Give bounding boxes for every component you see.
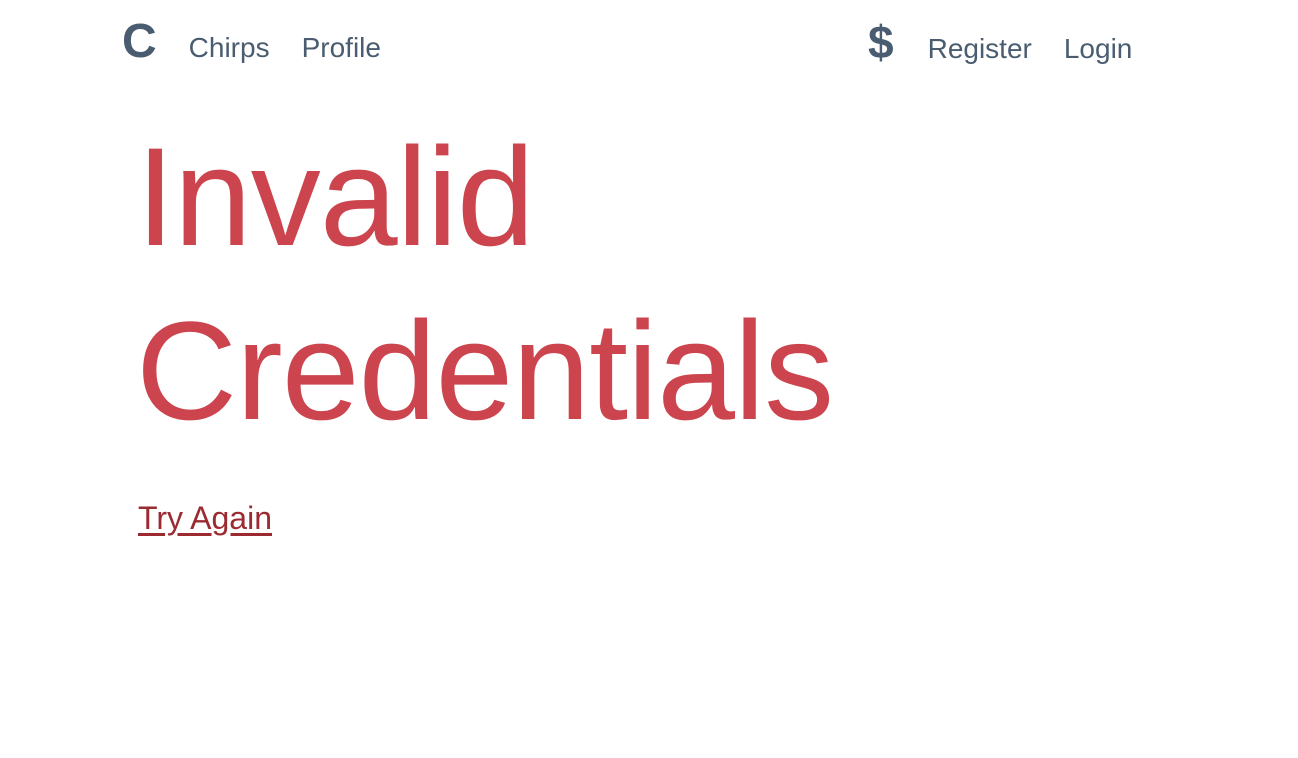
error-heading-line2: Credentials — [136, 292, 834, 449]
main-content: Invalid Credentials Try Again — [136, 110, 1136, 537]
nav-left-group: C Chirps Profile — [122, 14, 381, 76]
nav-link-register[interactable]: Register — [928, 21, 1032, 77]
top-navbar: C Chirps Profile $ Register Login — [0, 0, 1298, 100]
nav-link-login[interactable]: Login — [1064, 21, 1133, 77]
brand-logo-link[interactable]: C — [122, 14, 157, 70]
nav-right-group: $ Register Login — [868, 14, 1132, 77]
try-again-link[interactable]: Try Again — [138, 500, 272, 537]
error-heading: Invalid Credentials — [136, 110, 1136, 458]
dollar-icon[interactable]: $ — [868, 14, 894, 70]
error-heading-line1: Invalid — [136, 118, 535, 275]
nav-link-chirps[interactable]: Chirps — [189, 20, 270, 76]
nav-link-profile[interactable]: Profile — [302, 20, 381, 76]
